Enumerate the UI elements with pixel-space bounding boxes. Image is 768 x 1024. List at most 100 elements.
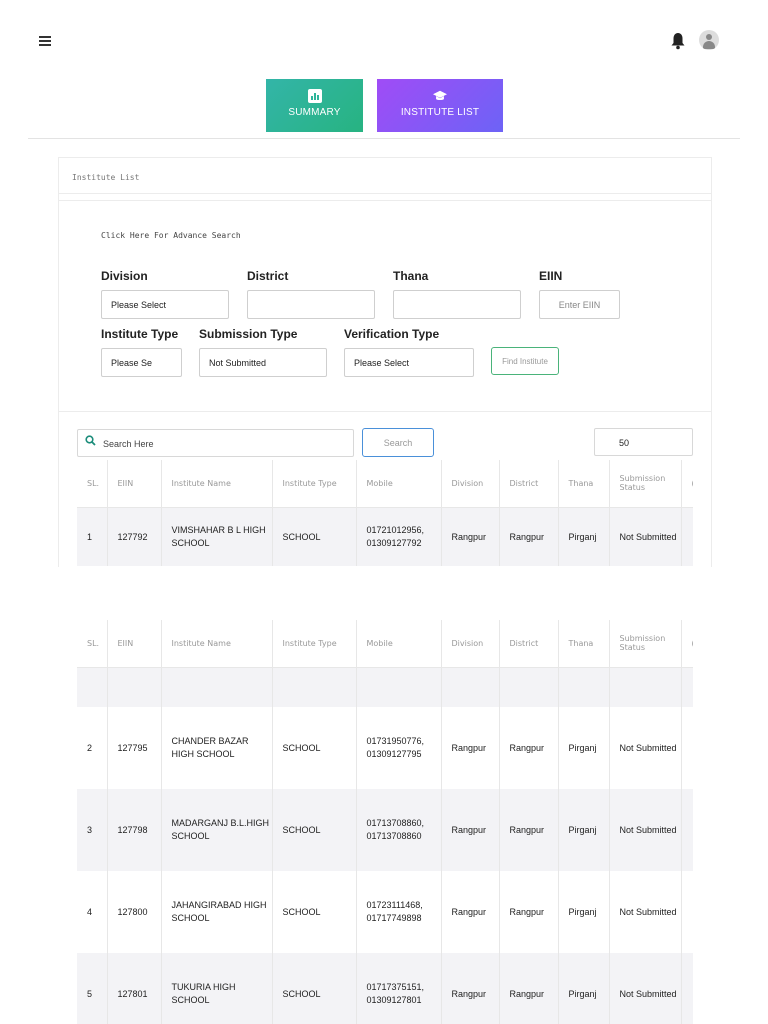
cell-mobile: 01713708860, 01713708860 bbox=[356, 789, 442, 871]
col-header-district: District bbox=[499, 620, 559, 668]
submission-type-select[interactable]: Not Submitted bbox=[199, 348, 327, 377]
cell-mobile: 01731950776, 01309127795 bbox=[356, 707, 442, 789]
eiin-input[interactable]: Enter EIIN bbox=[539, 290, 620, 319]
cell-eiin: 127800 bbox=[107, 871, 162, 953]
col-header-eiin: EIIN bbox=[107, 620, 162, 668]
cell-name: JAHANGIRABAD HIGH SCHOOL bbox=[161, 871, 273, 953]
col-header-thana: Thana bbox=[558, 620, 610, 668]
cell-thana: Pirganj bbox=[558, 789, 610, 871]
col-header-thana: Thana bbox=[558, 460, 610, 508]
cell-thana: Pirganj bbox=[558, 871, 610, 953]
col-header-sl: SL. bbox=[77, 620, 108, 668]
verification-type-label: Verification Type bbox=[344, 327, 440, 341]
cell-mobile: 01721012956, 01309127792 bbox=[356, 507, 442, 566]
cell-district: Rangpur bbox=[499, 871, 559, 953]
table-row-spacer bbox=[77, 667, 693, 707]
division-select[interactable]: Please Select bbox=[101, 290, 229, 319]
col-header-institute-type: Institute Type bbox=[272, 620, 357, 668]
cell-sl: 2 bbox=[77, 707, 108, 789]
cell-status: Not Submitted bbox=[609, 789, 682, 871]
cell-district: Rangpur bbox=[499, 707, 559, 789]
col-header-institute-name: Institute Name bbox=[161, 460, 273, 508]
search-icon bbox=[85, 435, 96, 446]
bell-icon[interactable] bbox=[670, 32, 686, 50]
cell-division: Rangpur bbox=[441, 507, 500, 566]
cell-status: Not Submitted bbox=[609, 953, 682, 1024]
cell-name: CHANDER BAZAR HIGH SCHOOL bbox=[161, 707, 273, 789]
cell-status: Not Submitted bbox=[609, 871, 682, 953]
cell-type: SCHOOL bbox=[272, 871, 357, 953]
cell-division: Rangpur bbox=[441, 953, 500, 1024]
tab-summary[interactable]: SUMMARY bbox=[266, 79, 363, 132]
find-institute-button[interactable]: Find Institute bbox=[491, 347, 559, 375]
tab-institute-list-label: INSTITUTE LIST bbox=[400, 107, 480, 118]
user-avatar-icon[interactable] bbox=[699, 30, 719, 50]
col-header-mobile: Mobile bbox=[356, 460, 442, 508]
table-search-input[interactable]: Search Here bbox=[77, 429, 354, 457]
verification-type-select[interactable]: Please Select bbox=[344, 348, 474, 377]
col-header-eiin: EIIN bbox=[107, 460, 162, 508]
col-header-overflow: ( bbox=[681, 620, 693, 668]
cell-district: Rangpur bbox=[499, 789, 559, 871]
col-header-division: Division bbox=[441, 460, 500, 508]
cell-type: SCHOOL bbox=[272, 789, 357, 871]
institute-type-label: Institute Type bbox=[101, 327, 179, 341]
district-select[interactable] bbox=[247, 290, 375, 319]
cell-thana: Pirganj bbox=[558, 707, 610, 789]
chart-icon bbox=[307, 89, 322, 103]
search-button[interactable]: Search bbox=[362, 428, 434, 457]
cell-division: Rangpur bbox=[441, 871, 500, 953]
cell-district: Rangpur bbox=[499, 953, 559, 1024]
col-header-submission-status: Submission Status bbox=[609, 620, 682, 668]
cell-mobile: 01723111468, 01717749898 bbox=[356, 871, 442, 953]
cell-status: Not Submitted bbox=[609, 707, 682, 789]
district-label: District bbox=[247, 269, 289, 283]
table-row[interactable]: 5 127801 TUKURIA HIGH SCHOOL SCHOOL 0171… bbox=[77, 953, 693, 1024]
eiin-label: EIIN bbox=[539, 269, 563, 283]
cell-division: Rangpur bbox=[441, 707, 500, 789]
card-title: Institute List bbox=[59, 158, 711, 194]
table-row[interactable]: 4 127800 JAHANGIRABAD HIGH SCHOOL SCHOOL… bbox=[77, 871, 693, 953]
col-header-division: Division bbox=[441, 620, 500, 668]
nav-divider bbox=[28, 138, 740, 139]
tab-summary-label: SUMMARY bbox=[288, 107, 341, 118]
cell-eiin: 127798 bbox=[107, 789, 162, 871]
table-row[interactable]: 3 127798 MADARGANJ B.L.HIGH SCHOOL SCHOO… bbox=[77, 789, 693, 871]
cell-sl: 4 bbox=[77, 871, 108, 953]
tab-institute-list[interactable]: INSTITUTE LIST bbox=[377, 79, 503, 132]
cell-eiin: 127792 bbox=[107, 507, 162, 566]
institute-type-select[interactable]: Please Se bbox=[101, 348, 182, 377]
col-header-mobile: Mobile bbox=[356, 620, 442, 668]
cell-type: SCHOOL bbox=[272, 707, 357, 789]
advance-search-panel: Click Here For Advance Search Division D… bbox=[59, 200, 711, 412]
top-bar bbox=[0, 0, 768, 80]
cell-eiin: 127795 bbox=[107, 707, 162, 789]
table-row[interactable]: 2 127795 CHANDER BAZAR HIGH SCHOOL SCHOO… bbox=[77, 707, 693, 789]
table-header-row: SL. EIIN Institute Name Institute Type M… bbox=[77, 620, 693, 668]
cell-sl: 3 bbox=[77, 789, 108, 871]
cell-type: SCHOOL bbox=[272, 953, 357, 1024]
cell-type: SCHOOL bbox=[272, 507, 357, 566]
cell-name: TUKURIA HIGH SCHOOL bbox=[161, 953, 273, 1024]
page-size-select[interactable]: 50 bbox=[594, 428, 693, 456]
division-label: Division bbox=[101, 269, 148, 283]
cell-division: Rangpur bbox=[441, 789, 500, 871]
col-header-submission-status: Submission Status bbox=[609, 460, 682, 508]
col-header-institute-name: Institute Name bbox=[161, 620, 273, 668]
table-header-row: SL. EIIN Institute Name Institute Type M… bbox=[77, 460, 693, 508]
institute-table-top: SL. EIIN Institute Name Institute Type M… bbox=[77, 460, 693, 566]
cell-thana: Pirganj bbox=[558, 507, 610, 566]
col-header-sl: SL. bbox=[77, 460, 108, 508]
cell-sl: 5 bbox=[77, 953, 108, 1024]
hamburger-icon[interactable] bbox=[39, 36, 51, 46]
cell-status: Not Submitted bbox=[609, 507, 682, 566]
cell-thana: Pirganj bbox=[558, 953, 610, 1024]
cell-eiin: 127801 bbox=[107, 953, 162, 1024]
cell-sl: 1 bbox=[77, 507, 108, 566]
thana-label: Thana bbox=[393, 269, 429, 283]
table-row[interactable]: 1 127792 VIMSHAHAR B L HIGH SCHOOL SCHOO… bbox=[77, 507, 693, 566]
col-header-institute-type: Institute Type bbox=[272, 460, 357, 508]
thana-select[interactable] bbox=[393, 290, 521, 319]
col-header-district: District bbox=[499, 460, 559, 508]
advance-search-link[interactable]: Click Here For Advance Search bbox=[101, 231, 241, 240]
